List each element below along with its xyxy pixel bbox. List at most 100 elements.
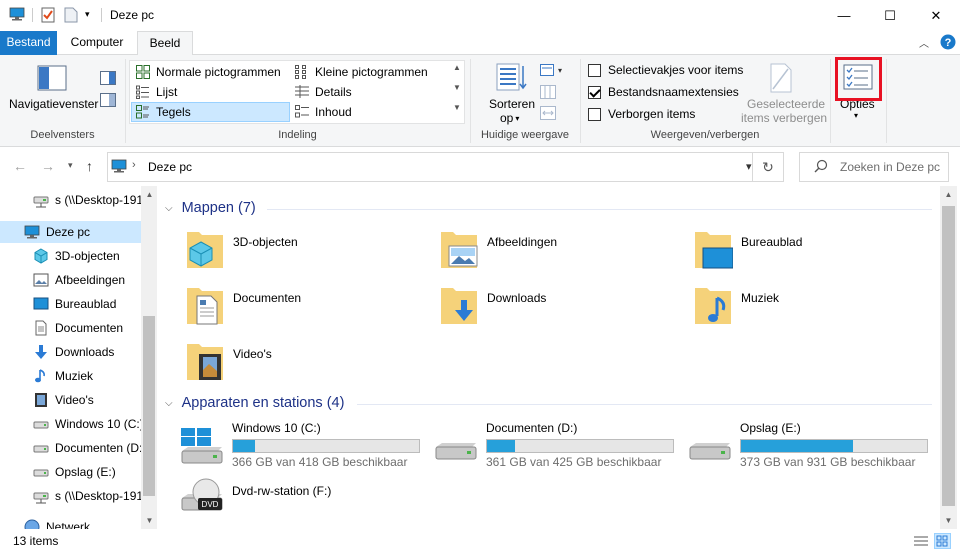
file-extensions-checkbox[interactable] xyxy=(588,85,601,99)
up-icon[interactable]: ↑ xyxy=(86,158,93,174)
nav-item-muziek[interactable]: Muziek xyxy=(0,365,141,387)
help-icon[interactable]: ? xyxy=(940,34,956,53)
nav-item-afbeeldingen[interactable]: Afbeeldingen xyxy=(0,269,141,291)
collapse-chevron-icon[interactable]: ⌵ xyxy=(165,398,173,409)
window-title: Deze pc xyxy=(110,8,155,22)
folder-tile[interactable]: Video's xyxy=(185,340,272,382)
minimize-button[interactable]: — xyxy=(821,0,867,31)
folder-tile[interactable]: Bureaublad xyxy=(693,228,802,270)
nav-item-drive-e[interactable]: Opslag (E:) xyxy=(0,461,141,483)
hidden-items-toggle[interactable]: Verborgen items xyxy=(588,107,695,121)
address-bar[interactable]: › Deze pc ▾ xyxy=(107,152,784,182)
add-columns-icon xyxy=(540,85,556,102)
options-dropdown-icon[interactable]: ▾ xyxy=(854,111,858,120)
scroll-up-icon[interactable]: ▲ xyxy=(141,190,157,199)
file-extensions-toggle[interactable]: Bestandsnaamextensies xyxy=(588,85,739,99)
computer-icon xyxy=(111,159,127,176)
music-icon xyxy=(695,288,731,324)
folder-tile[interactable]: Documenten xyxy=(185,284,301,326)
folder-name: Video's xyxy=(233,347,272,361)
folder-tile[interactable]: 3D-objecten xyxy=(185,228,298,270)
group-label-weergeven-verbergen: Weergeven/verbergen xyxy=(650,129,760,141)
content-scrollbar[interactable]: ▲ ▼ xyxy=(940,186,957,529)
tiles-view-icon[interactable] xyxy=(934,533,951,549)
scroll-down-icon[interactable]: ▼ xyxy=(141,516,157,525)
layout-details[interactable]: Details xyxy=(295,85,352,99)
drive-tile-d[interactable]: Documenten (D:) 361 GB van 425 GB beschi… xyxy=(434,421,684,471)
nav-item-documenten[interactable]: Documenten xyxy=(0,317,141,339)
address-dropdown-icon[interactable]: ▾ xyxy=(746,160,752,173)
hidden-items-checkbox[interactable] xyxy=(588,107,601,121)
layout-inhoud[interactable]: Inhoud xyxy=(295,105,352,119)
drive-tile-c[interactable]: Windows 10 (C:) 366 GB van 418 GB beschi… xyxy=(180,421,430,471)
breadcrumb-chevron-icon[interactable]: › xyxy=(132,159,136,171)
search-input[interactable]: Zoeken in Deze pc xyxy=(799,152,949,182)
drive-usage-bar xyxy=(232,439,420,453)
refresh-button[interactable]: ↻ xyxy=(752,152,784,182)
nav-item-netwerk[interactable]: Netwerk xyxy=(0,516,141,529)
layout-tegels[interactable]: Tegels xyxy=(136,105,191,119)
group-label-huidige-weergave: Huidige weergave xyxy=(480,129,570,141)
nav-item-network-drive[interactable]: s (\\Desktop-191 xyxy=(0,485,141,507)
collapse-chevron-icon[interactable]: ⌵ xyxy=(165,203,173,214)
drive-usage-bar xyxy=(740,439,928,453)
folder-name: Afbeeldingen xyxy=(487,235,558,249)
layout-lijst[interactable]: Lijst xyxy=(136,85,177,99)
recent-locations-icon[interactable]: ▾ xyxy=(68,160,73,171)
close-button[interactable]: ✕ xyxy=(913,0,959,31)
group-header-mappen[interactable]: ⌵ Mappen (7) xyxy=(165,200,256,216)
breadcrumb[interactable]: Deze pc xyxy=(148,160,192,174)
layout-normale-pictogrammen[interactable]: Normale pictogrammen xyxy=(136,65,281,79)
tab-computer[interactable]: Computer xyxy=(62,31,132,55)
nav-item-bureaublad[interactable]: Bureaublad xyxy=(0,293,141,315)
hdd-icon xyxy=(435,443,477,460)
nav-item-videos[interactable]: Video's xyxy=(0,389,141,411)
nav-item-network-drive-top[interactable]: s (\\Desktop-191 xyxy=(0,189,141,211)
medium-icons-icon xyxy=(136,65,150,79)
nav-item-3d-objecten[interactable]: 3D-objecten xyxy=(0,245,141,267)
maximize-button[interactable]: ☐ xyxy=(867,0,913,31)
gallery-scroll-down-icon[interactable]: ▼ xyxy=(453,83,461,92)
nav-item-deze-pc[interactable]: Deze pc xyxy=(0,221,141,243)
sort-by-label-1[interactable]: Sorteren xyxy=(489,97,535,111)
sort-by-icon[interactable] xyxy=(495,62,527,95)
nav-item-drive-d[interactable]: Documenten (D: xyxy=(0,437,141,459)
sort-by-button[interactable]: op ▾ xyxy=(500,111,519,125)
details-pane-icon[interactable] xyxy=(100,93,116,110)
navigation-pane-icon[interactable] xyxy=(37,65,67,94)
new-folder-icon[interactable] xyxy=(64,7,78,26)
folder-tile[interactable]: Downloads xyxy=(439,284,546,326)
collapse-ribbon-icon[interactable]: ︿ xyxy=(919,35,929,50)
forward-icon[interactable]: → xyxy=(41,158,55,174)
item-checkboxes-toggle[interactable]: Selectievakjes voor items xyxy=(588,63,743,77)
drive-tile-e[interactable]: Opslag (E:) 373 GB van 931 GB beschikbaa… xyxy=(688,421,938,471)
gallery-scroll-up-icon[interactable]: ▲ xyxy=(453,63,461,72)
gallery-more-icon[interactable]: ▼ xyxy=(453,103,461,112)
layout-kleine-pictogrammen[interactable]: Kleine pictogrammen xyxy=(295,65,428,79)
back-icon[interactable]: ← xyxy=(13,158,27,174)
group-by-icon[interactable]: ▾ xyxy=(540,64,564,81)
folder-tile[interactable]: Afbeeldingen xyxy=(439,228,557,270)
properties-icon[interactable] xyxy=(41,7,55,26)
scroll-up-icon[interactable]: ▲ xyxy=(940,190,957,199)
group-header-apparaten[interactable]: ⌵ Apparaten en stations (4) xyxy=(165,395,344,411)
content-scroll-thumb[interactable] xyxy=(942,206,955,506)
item-checkboxes-checkbox[interactable] xyxy=(588,63,601,77)
folder-tile[interactable]: Muziek xyxy=(693,284,779,326)
tiles-icon xyxy=(136,105,149,119)
details-view-icon[interactable] xyxy=(914,534,928,551)
scroll-down-icon[interactable]: ▼ xyxy=(940,516,957,525)
tab-bestand[interactable]: Bestand xyxy=(0,31,57,55)
navigation-pane-button[interactable]: Navigatievenster▾ xyxy=(9,97,104,111)
nav-pane-scrollbar[interactable]: ▲ ▼ xyxy=(141,186,157,529)
drive-usage-fill xyxy=(741,440,853,452)
qat-dropdown-icon[interactable]: ▾ xyxy=(85,9,90,20)
nav-item-downloads[interactable]: Downloads xyxy=(0,341,141,363)
tab-beeld[interactable]: Beeld xyxy=(137,31,193,56)
nav-item-drive-c[interactable]: Windows 10 (C:) xyxy=(0,413,141,435)
drive-tile-f[interactable]: DVD Dvd-rw-station (F:) xyxy=(180,478,430,529)
size-columns-icon xyxy=(540,106,556,123)
preview-pane-icon[interactable] xyxy=(100,71,116,88)
computer-icon[interactable] xyxy=(9,7,25,24)
nav-pane-scroll-thumb[interactable] xyxy=(143,316,155,496)
